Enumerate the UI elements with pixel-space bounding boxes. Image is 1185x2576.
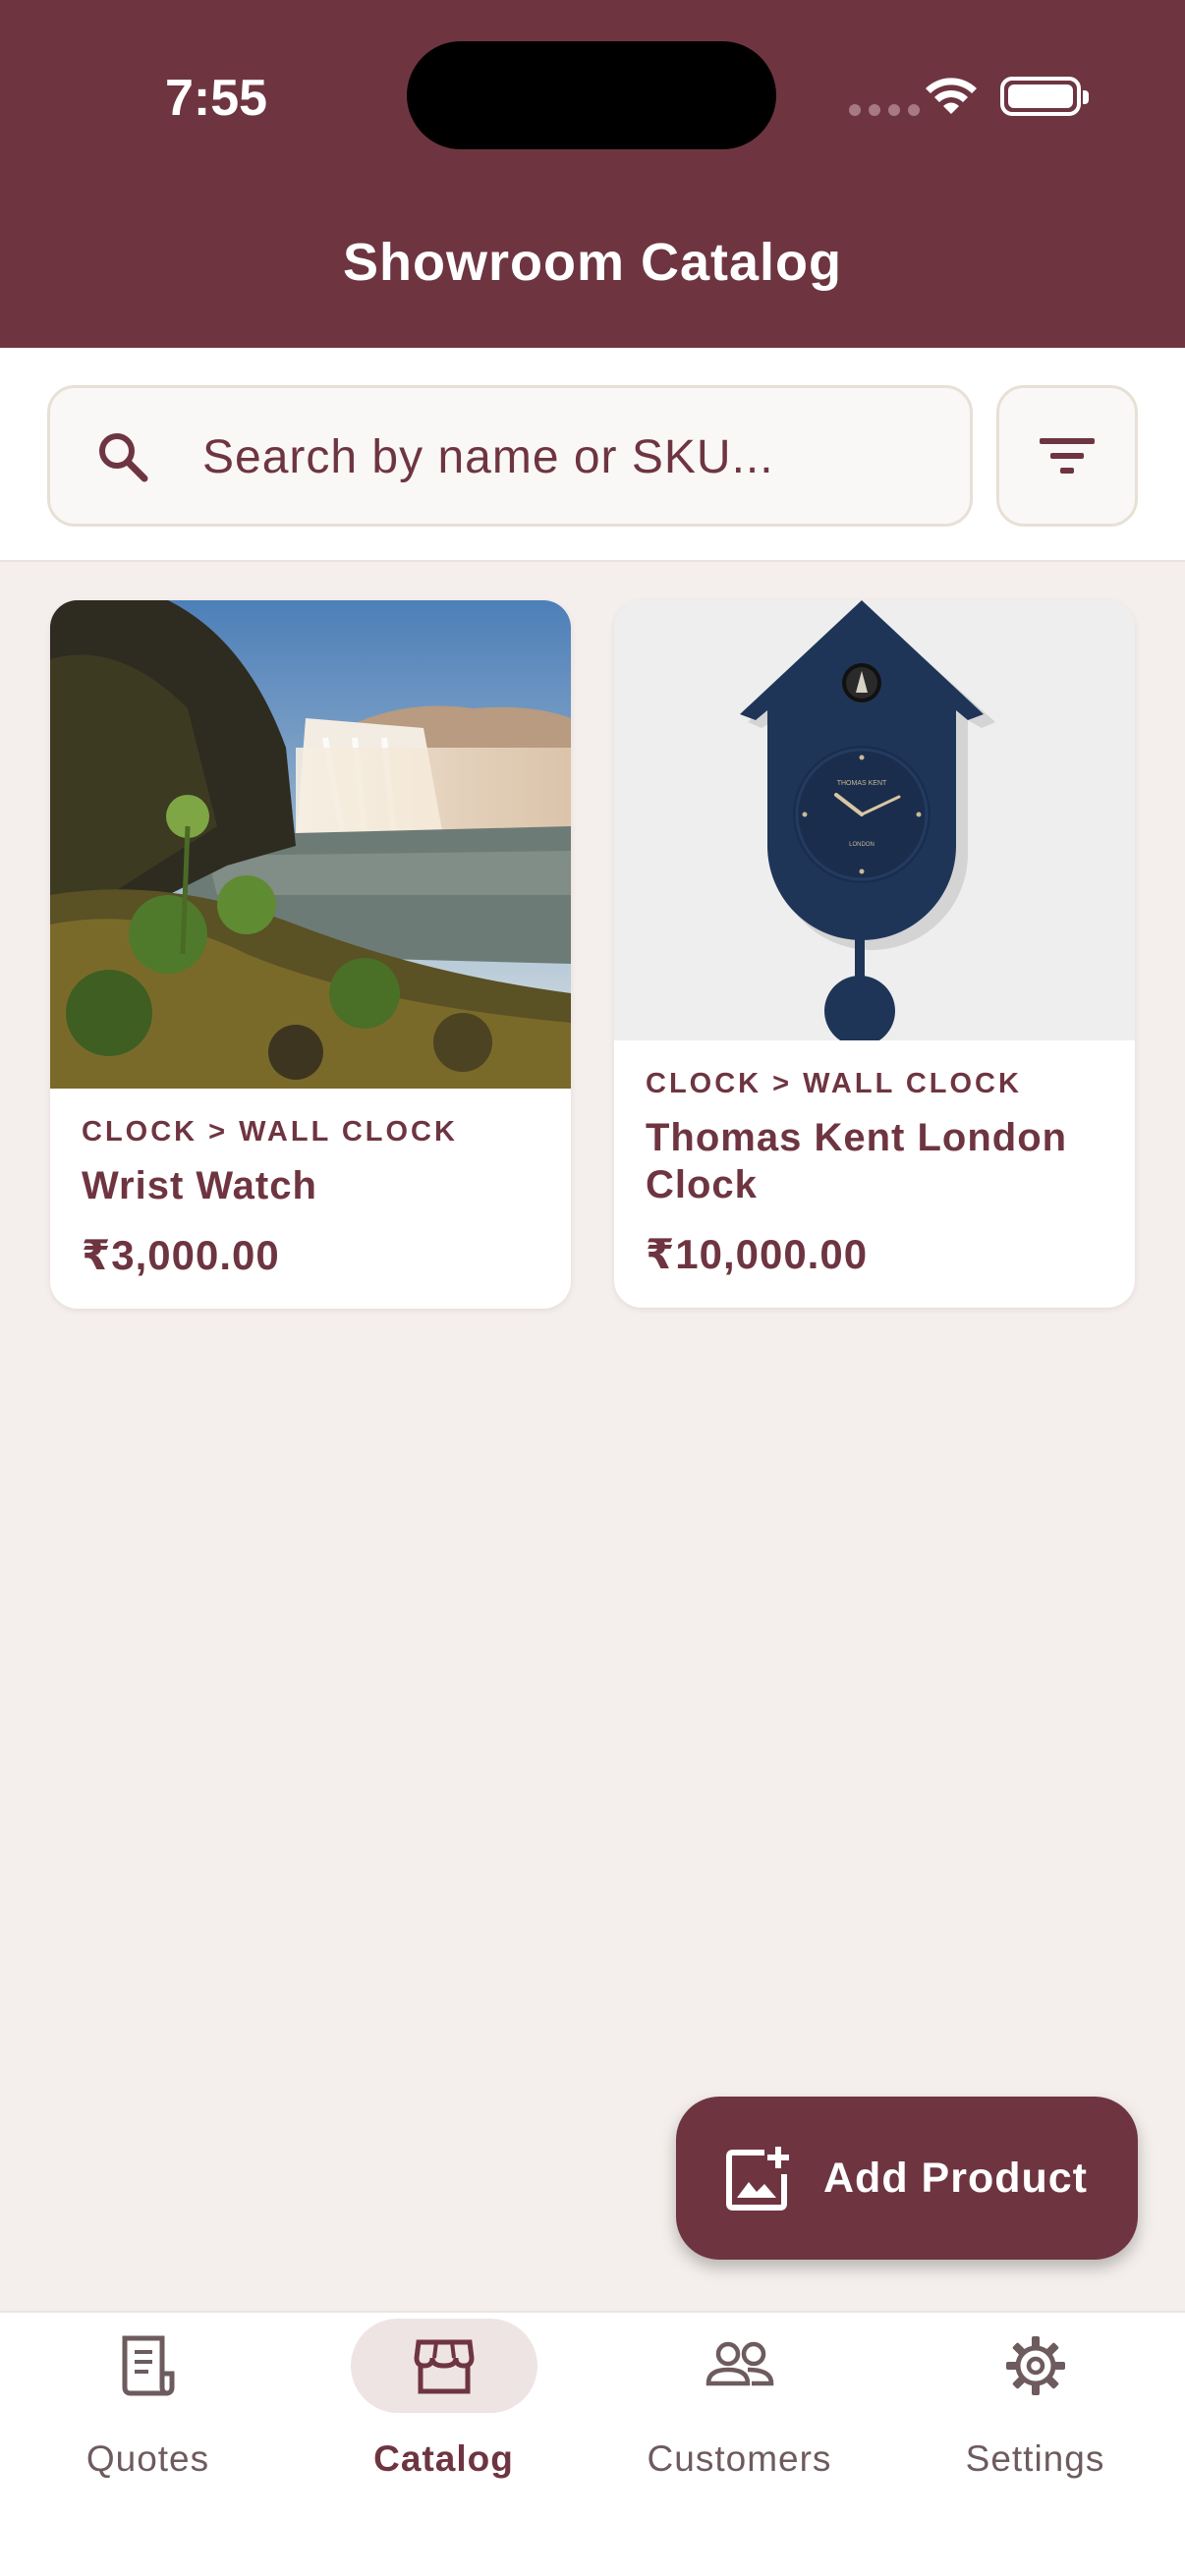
app-screen: 7:55 Showroom Catalog Search by name or …	[0, 0, 1185, 2576]
add-product-label: Add Product	[823, 2154, 1088, 2202]
add-product-button[interactable]: Add Product	[676, 2097, 1138, 2260]
nav-label-settings: Settings	[965, 2438, 1105, 2479]
nav-item-catalog[interactable]: Catalog	[296, 2313, 592, 2509]
clock-face-brand: THOMAS KENT	[837, 780, 887, 787]
product-image-waterfall	[50, 600, 571, 1089]
nav-label-catalog: Catalog	[373, 2438, 514, 2479]
search-box[interactable]	[47, 385, 973, 527]
product-card-body: CLOCK > WALL CLOCK Wrist Watch ₹3,000.00	[50, 1089, 571, 1309]
nav-item-customers[interactable]: Customers	[592, 2313, 887, 2509]
product-card[interactable]: THOMAS KENT LONDON CLOCK > WALL CLOCK Th…	[614, 600, 1135, 1308]
nav-item-settings[interactable]: Settings	[887, 2313, 1183, 2509]
nav-item-quotes[interactable]: Quotes	[0, 2313, 296, 2509]
storefront-icon	[413, 2339, 475, 2394]
search-icon	[99, 433, 148, 482]
clock-face-city: LONDON	[849, 842, 875, 848]
receipt-icon	[122, 2335, 174, 2396]
bottom-navigation: Quotes Catalog Customers Settings	[0, 2311, 1185, 2576]
search-input[interactable]	[202, 416, 949, 498]
cellular-signal-icon	[849, 104, 920, 116]
wifi-icon	[926, 78, 977, 114]
nav-label-quotes: Quotes	[85, 2438, 210, 2479]
app-header: 7:55 Showroom Catalog	[0, 0, 1185, 348]
product-category: CLOCK > WALL CLOCK	[646, 1068, 1022, 1099]
gear-icon	[1005, 2336, 1065, 2395]
battery-icon	[1000, 77, 1089, 116]
status-time: 7:55	[165, 70, 268, 127]
dynamic-island	[407, 41, 776, 149]
product-name: Wrist Watch	[82, 1164, 317, 1207]
search-bar-area	[0, 348, 1185, 562]
filter-button[interactable]	[996, 385, 1138, 527]
product-card[interactable]: CLOCK > WALL CLOCK Wrist Watch ₹3,000.00	[50, 600, 571, 1309]
product-card-body: CLOCK > WALL CLOCK Thomas Kent London Cl…	[614, 1040, 1135, 1308]
product-name: Thomas Kent London Clock	[646, 1116, 1068, 1206]
page-title: Showroom Catalog	[342, 233, 842, 292]
product-price: ₹10,000.00	[646, 1231, 869, 1277]
product-category: CLOCK > WALL CLOCK	[82, 1116, 458, 1148]
nav-label-customers: Customers	[647, 2438, 832, 2479]
filter-icon	[1040, 438, 1095, 474]
people-icon	[705, 2341, 773, 2386]
add-photo-icon	[726, 2147, 789, 2211]
product-image-cuckoo-clock: THOMAS KENT LONDON	[614, 600, 1135, 1040]
product-price: ₹3,000.00	[82, 1232, 280, 1278]
